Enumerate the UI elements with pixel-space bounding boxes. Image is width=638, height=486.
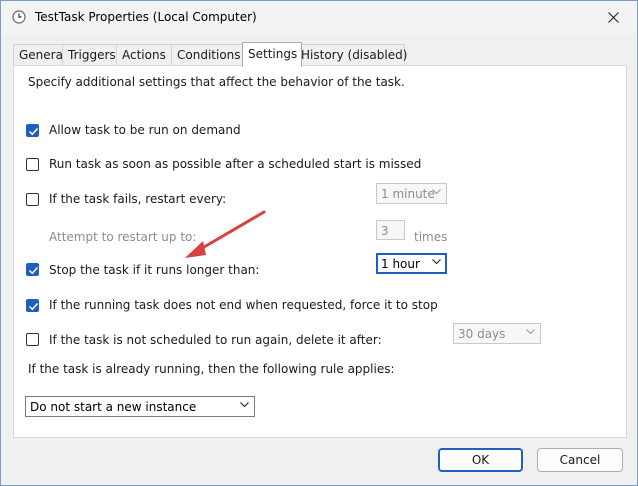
run-asap-label: Run task as soon as possible after a sch…	[49, 157, 422, 171]
restart-on-fail-label: If the task fails, restart every:	[49, 192, 227, 206]
delete-after-label: If the task is not scheduled to run agai…	[49, 333, 382, 347]
restart-count-value: 3	[381, 224, 389, 238]
tab-general[interactable]: General	[13, 44, 66, 66]
cancel-button[interactable]: Cancel	[537, 448, 623, 472]
chevron-down-icon	[432, 259, 441, 265]
settings-description: Specify additional settings that affect …	[28, 75, 405, 89]
title-bar: TestTask Properties (Local Computer)	[1, 1, 637, 34]
running-rule-value: Do not start a new instance	[30, 400, 197, 414]
stop-if-longer-label: Stop the task if it runs longer than:	[49, 263, 260, 277]
attempt-restart-label: Attempt to restart up to:	[49, 230, 197, 244]
checkmark-icon	[28, 127, 39, 136]
chevron-down-icon	[432, 189, 441, 195]
ok-button[interactable]: OK	[438, 448, 523, 472]
window-title: TestTask Properties (Local Computer)	[35, 10, 257, 24]
chevron-down-icon	[526, 329, 535, 335]
force-stop-label: If the running task does not end when re…	[49, 298, 438, 312]
force-stop-checkbox[interactable]	[26, 299, 39, 312]
tab-actions[interactable]: Actions	[116, 44, 174, 66]
restart-on-fail-checkbox[interactable]	[26, 193, 39, 206]
tab-triggers[interactable]: Triggers	[62, 44, 117, 66]
running-rule-label: If the task is already running, then the…	[28, 362, 395, 376]
checkmark-icon	[28, 266, 39, 275]
delete-after-value: 30 days	[458, 327, 506, 341]
chevron-down-icon	[240, 402, 249, 408]
max-runtime-value: 1 hour	[381, 257, 420, 271]
tab-settings[interactable]: Settings	[242, 42, 302, 67]
tab-conditions[interactable]: Conditions	[171, 44, 245, 66]
clock-icon	[12, 10, 26, 24]
max-runtime-dropdown[interactable]: 1 hour	[376, 253, 447, 274]
delete-after-dropdown[interactable]: 30 days	[453, 323, 541, 344]
allow-on-demand-checkbox[interactable]	[26, 124, 39, 137]
close-button[interactable]	[591, 1, 637, 34]
tab-history[interactable]: History (disabled)	[295, 44, 407, 66]
delete-after-checkbox[interactable]	[26, 333, 39, 346]
stop-if-longer-checkbox[interactable]	[26, 263, 39, 276]
properties-dialog: TestTask Properties (Local Computer) Gen…	[0, 0, 638, 486]
allow-on-demand-label: Allow task to be run on demand	[49, 123, 241, 137]
restart-interval-dropdown[interactable]: 1 minute	[376, 183, 447, 204]
run-asap-checkbox[interactable]	[26, 158, 39, 171]
settings-panel: Specify additional settings that affect …	[13, 65, 627, 438]
checkmark-icon	[28, 302, 39, 311]
restart-interval-value: 1 minute	[381, 187, 435, 201]
running-rule-dropdown[interactable]: Do not start a new instance	[25, 396, 255, 417]
close-icon	[608, 12, 619, 23]
restart-count-spinner[interactable]: 3	[376, 220, 405, 240]
times-label: times	[414, 230, 448, 244]
